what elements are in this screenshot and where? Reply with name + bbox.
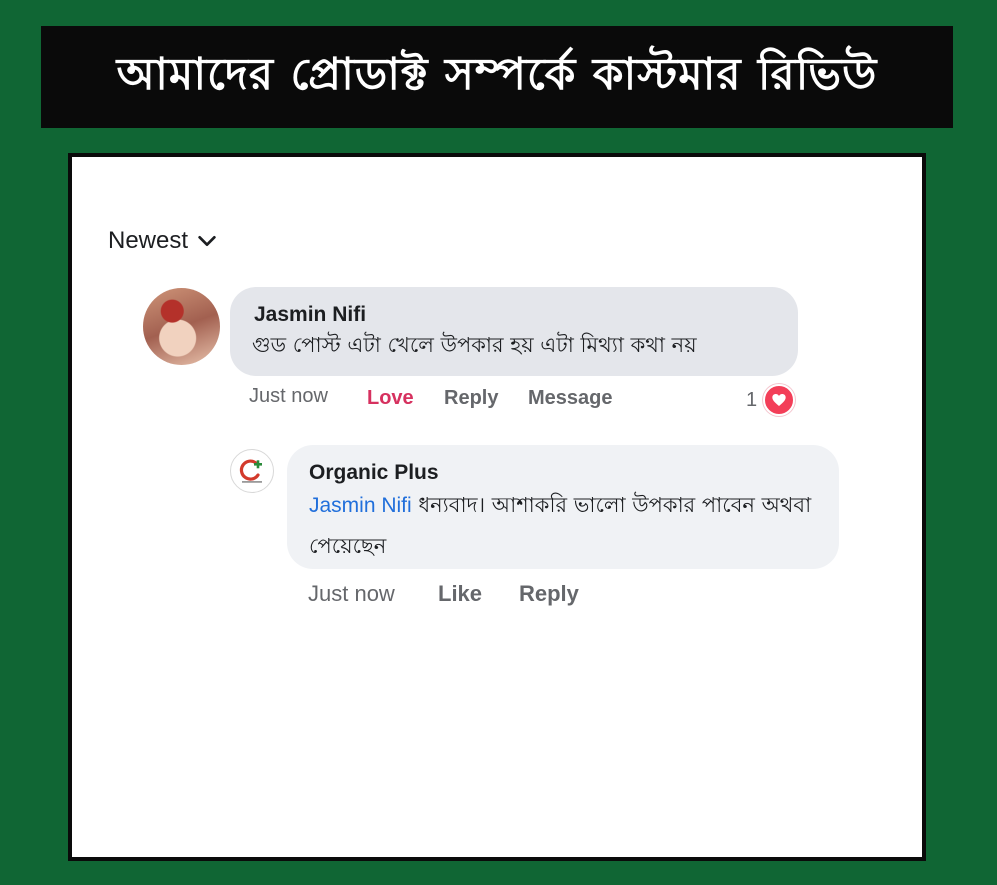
comment-bubble: Jasmin Nifi গুড পোস্ট এটা খেলে উপকার হয়… bbox=[230, 287, 798, 376]
reply-timestamp[interactable]: Just now bbox=[308, 581, 395, 607]
avatar[interactable] bbox=[143, 288, 220, 365]
message-button[interactable]: Message bbox=[528, 387, 613, 410]
reply-bubble: Organic Plus Jasmin Nifi ধন্যবাদ। আশাকরি… bbox=[287, 445, 839, 569]
reply-author[interactable]: Organic Plus bbox=[309, 461, 439, 485]
reply-text: Jasmin Nifi ধন্যবাদ। আশাকরি ভালো উপকার প… bbox=[309, 485, 829, 566]
comment-author[interactable]: Jasmin Nifi bbox=[254, 303, 366, 327]
reaction-count: 1 bbox=[746, 388, 758, 411]
banner-title: আমাদের প্রোডাক্ট সম্পর্কে কাস্টমার রিভিউ bbox=[116, 48, 878, 100]
comment-text: গুড পোস্ট এটা খেলে উপকার হয় এটা মিথ্যা … bbox=[252, 333, 697, 357]
organic-plus-logo-icon bbox=[239, 459, 262, 483]
mention-link[interactable]: Jasmin Nifi bbox=[309, 494, 412, 517]
reply-button[interactable]: Reply bbox=[444, 387, 498, 410]
heart-reaction-icon bbox=[763, 384, 796, 416]
reaction-summary[interactable]: 1 bbox=[746, 384, 796, 416]
sort-dropdown[interactable]: Newest bbox=[108, 227, 218, 255]
page-avatar[interactable] bbox=[230, 449, 274, 493]
chevron-down-icon bbox=[198, 235, 216, 247]
like-button[interactable]: Like bbox=[438, 581, 482, 607]
reply-reply-button[interactable]: Reply bbox=[519, 581, 579, 607]
sort-label: Newest bbox=[108, 227, 189, 254]
comment-timestamp[interactable]: Just now bbox=[249, 385, 328, 408]
banner: আমাদের প্রোডাক্ট সম্পর্কে কাস্টমার রিভিউ bbox=[41, 26, 953, 128]
comments-card: Newest Jasmin Nifi গুড পোস্ট এটা খেলে উপ… bbox=[68, 153, 926, 861]
love-button[interactable]: Love bbox=[367, 387, 414, 410]
